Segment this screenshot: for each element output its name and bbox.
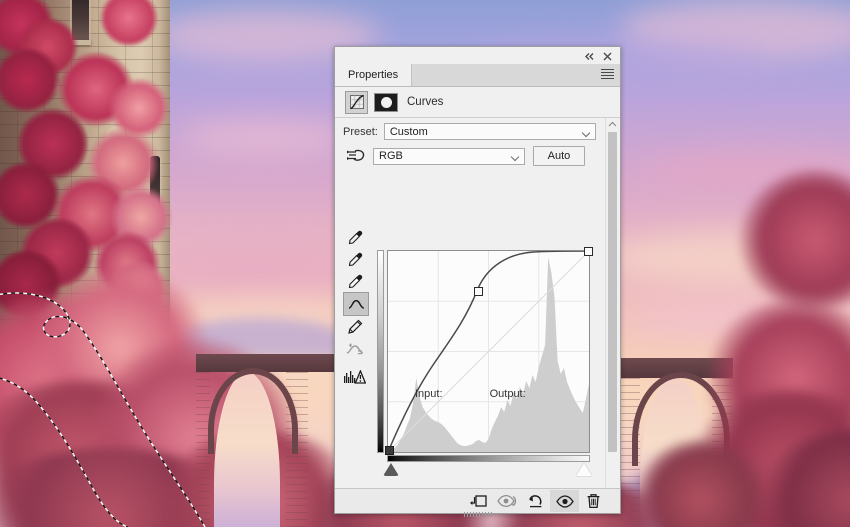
white-point-eyedropper-icon[interactable]: [343, 270, 367, 292]
curves-tool-column: [343, 226, 369, 388]
preset-select[interactable]: Custom: [383, 123, 596, 140]
curves-glyph-icon: [349, 94, 364, 110]
on-image-adjust-glyph-icon: [347, 149, 365, 161]
panel-tab-strip: Properties: [335, 64, 620, 87]
collapse-to-icons-button[interactable]: [583, 50, 596, 63]
auto-button[interactable]: Auto: [533, 146, 585, 166]
cloud: [180, 120, 350, 154]
chevron-down-icon: [583, 130, 590, 134]
smooth-curve-values-icon[interactable]: [343, 338, 367, 360]
panel-footer-toolbar: [335, 488, 620, 517]
curve-control-point-shadow[interactable]: [385, 446, 394, 455]
tab-properties-label: Properties: [348, 69, 399, 81]
delete-adjustment-layer-icon[interactable]: [579, 490, 608, 512]
chevron-up-icon[interactable]: [606, 118, 619, 130]
toggle-layer-visibility-previous-icon[interactable]: [492, 490, 521, 512]
pencil-draw-curve-icon[interactable]: [343, 316, 367, 338]
clip-to-layer-icon[interactable]: [463, 490, 492, 512]
preset-row: Preset: Custom: [343, 123, 603, 140]
smooth-curve-glyph-icon: [346, 343, 364, 355]
input-label: Input:: [415, 388, 443, 400]
curve-control-point-highlight[interactable]: [584, 247, 593, 256]
output-gradient-bar: [377, 250, 384, 453]
channel-select-value: RGB: [379, 150, 403, 162]
pencil-glyph-icon: [348, 319, 363, 334]
gray-point-eyedropper-icon[interactable]: [343, 248, 367, 270]
histogram-warning-glyph-icon: [344, 370, 366, 384]
channel-row: RGB Auto: [343, 146, 605, 166]
tab-properties[interactable]: Properties: [335, 64, 413, 86]
auto-button-label: Auto: [547, 150, 571, 162]
reset-adjustment-icon[interactable]: [521, 490, 550, 512]
s-curve-glyph-icon: [348, 299, 364, 309]
edit-points-curve-icon[interactable]: [343, 292, 369, 316]
view-previous-state-glyph-icon: [496, 494, 516, 508]
clipping-warning-icon[interactable]: [343, 366, 367, 388]
eyedropper-glyph-icon: [348, 252, 362, 266]
panel-scrollbar[interactable]: [605, 118, 619, 509]
highlight-input-handle[interactable]: [576, 463, 592, 476]
photoshop-canvas: Properties Curves Preset: Custom RGB Aut…: [0, 0, 850, 527]
curve-control-point-midtone[interactable]: [474, 287, 483, 296]
eyedropper-glyph-icon: [348, 230, 362, 244]
panel-resize-grip[interactable]: [463, 512, 492, 517]
double-chevron-left-icon: [585, 53, 594, 60]
chevron-down-icon: [512, 154, 519, 158]
trash-glyph-icon: [587, 494, 600, 509]
eye-glyph-icon: [555, 494, 574, 508]
scrollbar-thumb[interactable]: [608, 132, 617, 452]
shadow-input-handle[interactable]: [383, 463, 399, 476]
input-output-row: Input: Output:: [415, 388, 570, 400]
black-point-eyedropper-icon[interactable]: [343, 226, 367, 248]
curves-graph[interactable]: [385, 247, 593, 455]
panel-menu-icon[interactable]: [601, 69, 614, 80]
chevron-up-glyph-icon: [608, 121, 617, 127]
close-panel-button[interactable]: [601, 50, 614, 63]
clip-to-layer-glyph-icon: [469, 495, 487, 507]
curves-adjustment-icon[interactable]: [345, 90, 368, 114]
curves-plot: [387, 250, 590, 453]
layer-mask-thumbnail-icon[interactable]: [374, 92, 398, 112]
on-image-adjust-icon[interactable]: [343, 148, 369, 165]
viaduct-deck: [196, 354, 341, 372]
adjustment-title: Curves: [407, 96, 444, 108]
panel-title-bar: [335, 47, 620, 64]
adjustment-header: Curves: [335, 87, 620, 118]
properties-panel[interactable]: Properties Curves Preset: Custom RGB Aut…: [334, 46, 621, 517]
eyedropper-glyph-icon: [348, 274, 362, 288]
panel-body: Preset: Custom RGB Auto Input: Output:: [335, 118, 620, 509]
reset-curve-glyph-icon: [528, 494, 541, 507]
preset-select-value: Custom: [389, 125, 428, 138]
preset-label: Preset:: [343, 125, 378, 138]
channel-select[interactable]: RGB: [373, 147, 525, 165]
close-icon: [603, 52, 612, 61]
input-gradient-bar: [387, 455, 590, 462]
toggle-layer-visibility-icon[interactable]: [550, 490, 579, 512]
output-label: Output:: [489, 388, 526, 400]
